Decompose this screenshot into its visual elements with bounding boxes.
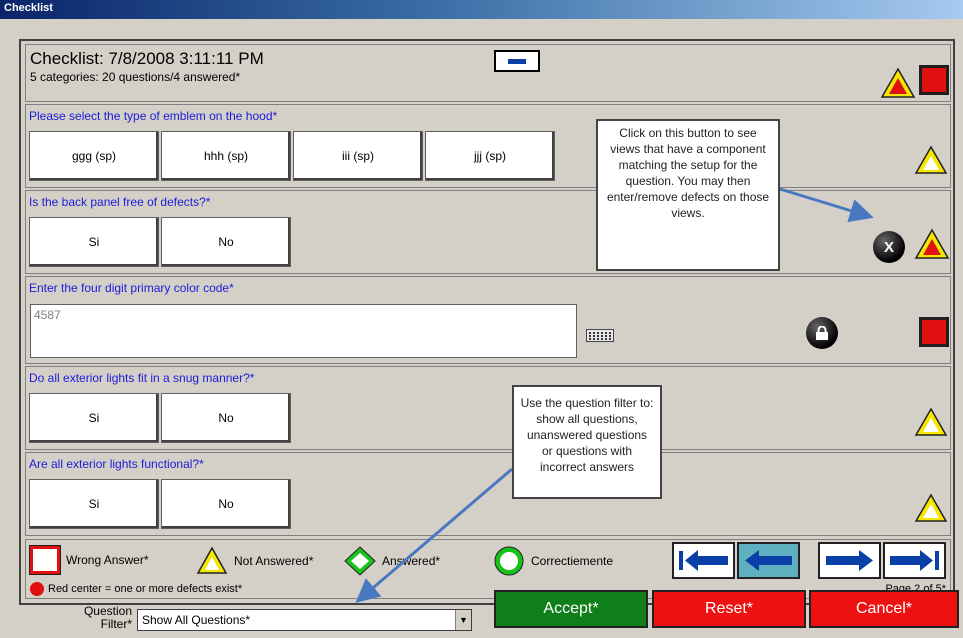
question-filter-select[interactable]: Show All Questions* ▼ — [137, 609, 472, 631]
window-title: Checklist — [4, 2, 53, 14]
accept-button[interactable]: Accept* — [494, 590, 648, 628]
views-callout: Click on this button to see views that h… — [596, 119, 780, 271]
question-filter-value: Show All Questions* — [142, 613, 251, 627]
views-callout-arrow — [779, 187, 874, 223]
cancel-button[interactable]: Cancel* — [809, 590, 959, 628]
reset-button[interactable]: Reset* — [652, 590, 806, 628]
callout-arrows — [355, 187, 874, 603]
checklist-window: Checklist: 7/8/2008 3:11:11 PM 5 categor… — [0, 19, 963, 638]
question-filter-label: Question Filter* — [83, 604, 132, 631]
chevron-down-icon[interactable]: ▼ — [455, 610, 471, 630]
filter-callout: Use the question filter to: show all que… — [512, 385, 662, 499]
filter-callout-arrow — [355, 467, 513, 603]
window-titlebar: Checklist — [0, 0, 963, 19]
